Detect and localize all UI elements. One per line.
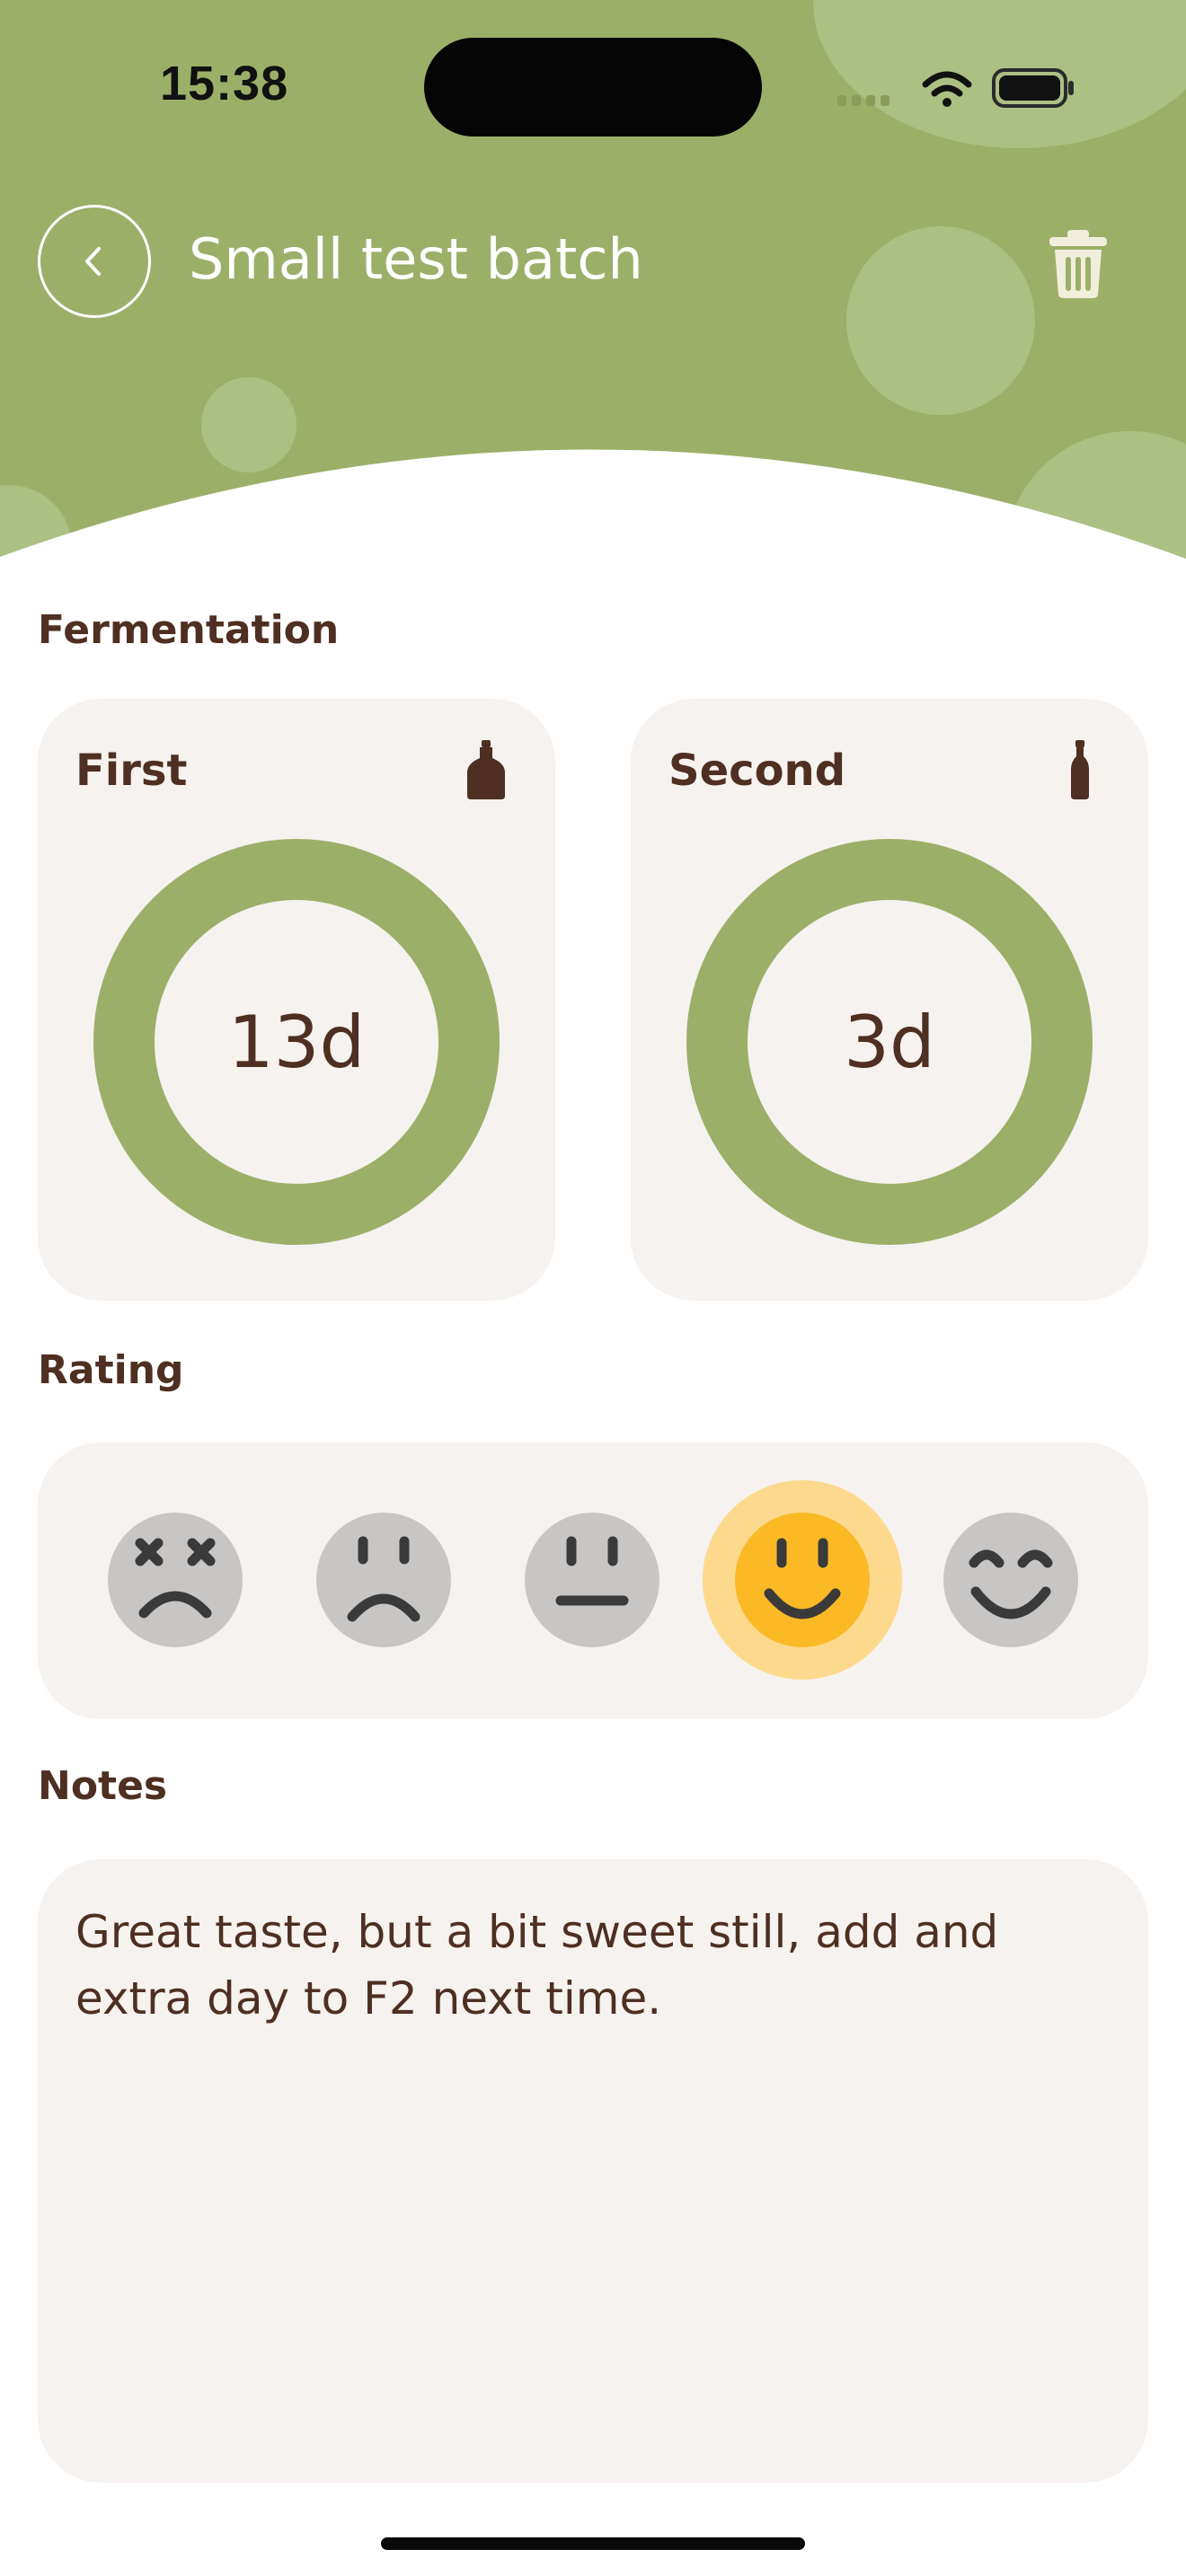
trash-icon[interactable] [1046, 228, 1111, 300]
back-button[interactable] [38, 205, 151, 318]
rating-option-5[interactable] [943, 1513, 1078, 1647]
first-fermentation-card[interactable]: First 13d [38, 699, 555, 1301]
dead-face-icon [108, 1513, 243, 1647]
neutral-face-icon [525, 1513, 659, 1647]
rating-option-2[interactable] [316, 1513, 451, 1647]
second-fermentation-title: Second [668, 745, 846, 796]
notes-field[interactable]: Great taste, but a bit sweet still, add … [38, 1859, 1148, 2483]
header: 15:38 Small test batch [0, 0, 1186, 575]
status-time: 15:38 [160, 57, 289, 110]
first-fermentation-title: First [75, 745, 188, 796]
happy-face-icon [943, 1513, 1078, 1647]
notes-label: Notes [38, 1763, 168, 1809]
fermentation-label: Fermentation [38, 607, 340, 653]
second-fermentation-card[interactable]: Second 3d [631, 699, 1148, 1301]
jar-icon [467, 740, 505, 799]
wifi-icon [922, 71, 972, 107]
rating-option-1[interactable] [108, 1513, 243, 1647]
battery-icon [992, 68, 1074, 108]
chevron-left-icon [85, 247, 101, 276]
rating-option-4[interactable] [735, 1513, 870, 1647]
dynamic-island [424, 38, 762, 137]
rating-label: Rating [38, 1347, 184, 1393]
sad-face-icon [316, 1513, 451, 1647]
notes-text[interactable]: Great taste, but a bit sweet still, add … [75, 1899, 1100, 2032]
smile-face-icon [735, 1513, 870, 1647]
bottle-icon [1071, 740, 1089, 799]
second-fermentation-days: 3d [844, 1000, 935, 1084]
page-title: Small test batch [189, 226, 643, 292]
rating-option-3[interactable] [525, 1513, 659, 1647]
home-indicator [381, 2537, 805, 2550]
first-fermentation-days: 13d [227, 1000, 366, 1084]
status-icons [837, 68, 1074, 108]
signal-icon [837, 95, 890, 106]
